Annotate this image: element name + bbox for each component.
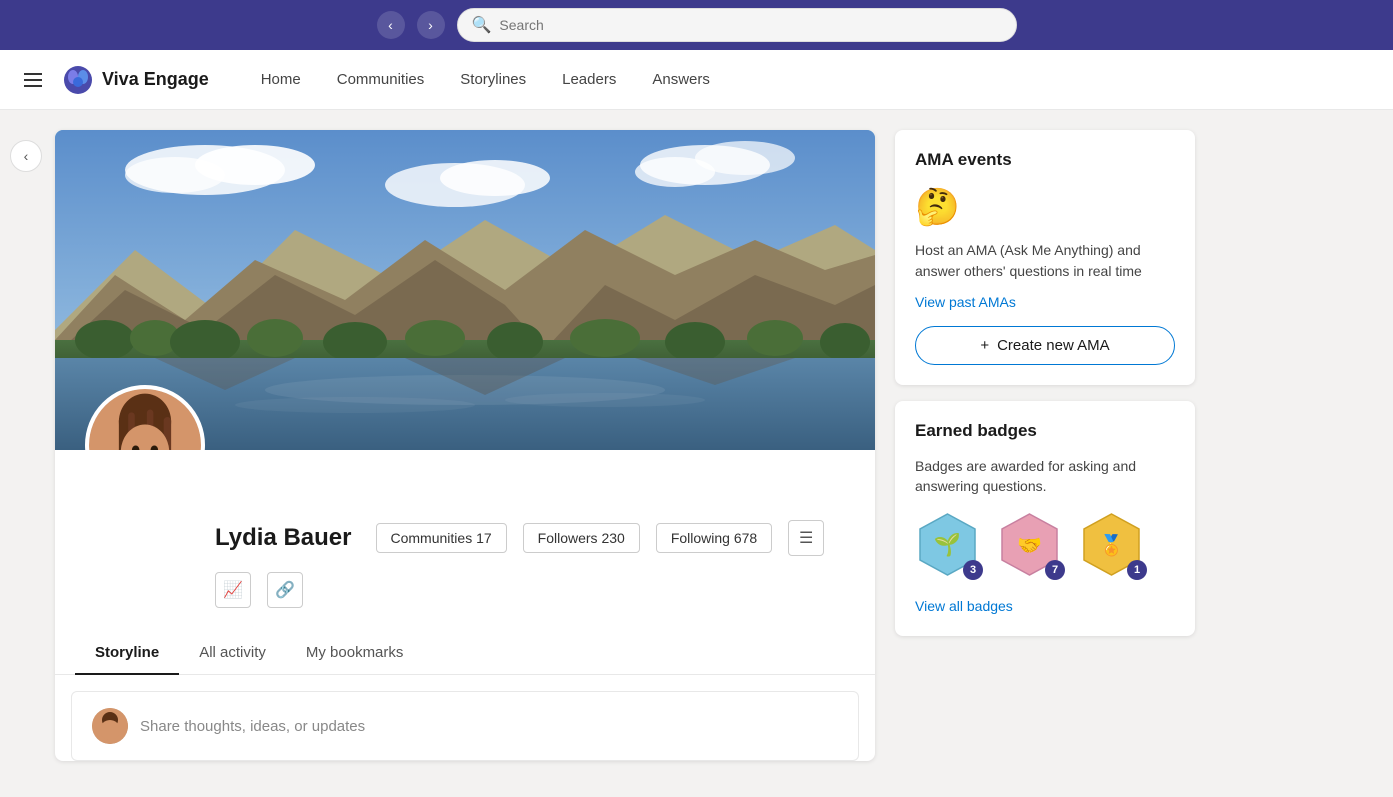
avatar-image bbox=[89, 389, 201, 450]
badge-item-3[interactable]: 🏅 1 bbox=[1079, 512, 1149, 582]
search-icon: 🔍 bbox=[472, 15, 492, 35]
browser-search-input[interactable] bbox=[499, 17, 1001, 33]
share-avatar bbox=[92, 708, 128, 744]
badge-count-1: 3 bbox=[963, 560, 983, 580]
create-ama-label: Create new AMA bbox=[997, 337, 1110, 354]
share-avatar-image bbox=[92, 708, 128, 744]
badges-row: 🌱 3 🤝 7 🏅 bbox=[915, 512, 1175, 582]
ama-events-title: AMA events bbox=[915, 150, 1175, 170]
share-placeholder-text: Share thoughts, ideas, or updates bbox=[140, 718, 365, 735]
profile-name: Lydia Bauer bbox=[215, 524, 352, 552]
create-new-ama-button[interactable]: + Create new AMA bbox=[915, 326, 1175, 365]
profile-view-icon: ☰ bbox=[799, 528, 813, 548]
nav-communities[interactable]: Communities bbox=[321, 63, 441, 96]
profile-area: Lydia Bauer Communities 17 Followers 230… bbox=[55, 130, 875, 777]
badge-item-2[interactable]: 🤝 7 bbox=[997, 512, 1067, 582]
view-past-amas-link[interactable]: View past AMAs bbox=[915, 294, 1175, 310]
stats-chart-icon-btn[interactable]: 📈 bbox=[215, 572, 251, 608]
create-ama-plus-icon: + bbox=[980, 337, 989, 354]
communities-stat[interactable]: Communities 17 bbox=[376, 523, 507, 553]
earned-badges-title: Earned badges bbox=[915, 421, 1175, 441]
tab-all-activity[interactable]: All activity bbox=[179, 632, 286, 675]
ama-description: Host an AMA (Ask Me Anything) and answer… bbox=[915, 240, 1175, 282]
profile-card: Lydia Bauer Communities 17 Followers 230… bbox=[55, 130, 875, 761]
link-icon: 🔗 bbox=[275, 580, 295, 600]
avatar-container bbox=[85, 385, 205, 450]
viva-engage-logo-icon bbox=[62, 64, 94, 96]
browser-search-bar: 🔍 bbox=[457, 8, 1017, 42]
profile-view-icon-btn[interactable]: ☰ bbox=[788, 520, 824, 556]
nav-leaders[interactable]: Leaders bbox=[546, 63, 632, 96]
app-logo: Viva Engage bbox=[62, 64, 209, 96]
link-icon-btn[interactable]: 🔗 bbox=[267, 572, 303, 608]
app-name: Viva Engage bbox=[102, 69, 209, 90]
profile-info: Lydia Bauer Communities 17 Followers 230… bbox=[55, 450, 875, 628]
browser-bar: ‹ › 🔍 bbox=[0, 0, 1393, 50]
badge-count-3: 1 bbox=[1127, 560, 1147, 580]
main-nav: Home Communities Storylines Leaders Answ… bbox=[245, 63, 726, 96]
nav-storylines[interactable]: Storylines bbox=[444, 63, 542, 96]
followers-stat[interactable]: Followers 230 bbox=[523, 523, 640, 553]
ama-emoji: 🤔 bbox=[915, 186, 1175, 228]
share-post-area[interactable]: Share thoughts, ideas, or updates bbox=[71, 691, 859, 761]
nav-answers[interactable]: Answers bbox=[636, 63, 726, 96]
svg-text:🌱: 🌱 bbox=[934, 532, 961, 557]
nav-home[interactable]: Home bbox=[245, 63, 317, 96]
cover-image bbox=[55, 130, 875, 450]
main-content: ‹ bbox=[0, 110, 1393, 797]
right-sidebar: AMA events 🤔 Host an AMA (Ask Me Anythin… bbox=[895, 130, 1195, 777]
forward-button[interactable]: › bbox=[417, 11, 445, 39]
app-header: Viva Engage Home Communities Storylines … bbox=[0, 50, 1393, 110]
collapse-sidebar-button[interactable]: ‹ bbox=[10, 140, 42, 172]
tab-my-bookmarks[interactable]: My bookmarks bbox=[286, 632, 424, 675]
hamburger-button[interactable] bbox=[20, 69, 46, 91]
badge-item-1[interactable]: 🌱 3 bbox=[915, 512, 985, 582]
stats-chart-icon: 📈 bbox=[223, 580, 243, 600]
earned-badges-card: Earned badges Badges are awarded for ask… bbox=[895, 401, 1195, 636]
following-stat[interactable]: Following 678 bbox=[656, 523, 772, 553]
svg-text:🏅: 🏅 bbox=[1099, 533, 1124, 557]
ama-events-card: AMA events 🤔 Host an AMA (Ask Me Anythin… bbox=[895, 130, 1195, 385]
back-button[interactable]: ‹ bbox=[377, 11, 405, 39]
svg-text:🤝: 🤝 bbox=[1017, 535, 1042, 557]
view-all-badges-link[interactable]: View all badges bbox=[915, 598, 1013, 614]
profile-tabs: Storyline All activity My bookmarks bbox=[55, 632, 875, 675]
avatar[interactable] bbox=[85, 385, 205, 450]
tab-storyline[interactable]: Storyline bbox=[75, 632, 179, 675]
badges-description: Badges are awarded for asking and answer… bbox=[915, 457, 1175, 496]
badge-count-2: 7 bbox=[1045, 560, 1065, 580]
